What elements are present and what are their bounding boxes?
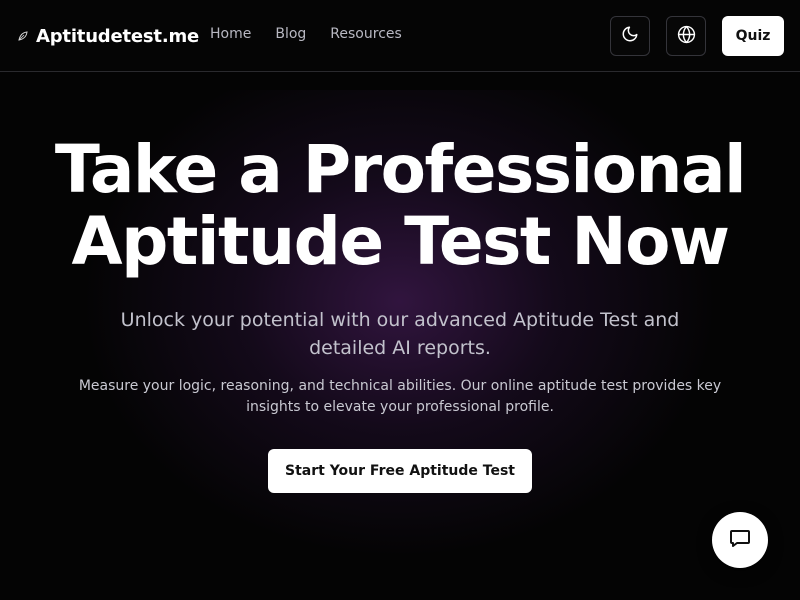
main-nav: Home Blog Resources [210,26,402,42]
brand[interactable]: Aptitudetest.me [18,22,199,50]
moon-icon [621,25,639,47]
hero-title-line-1: Take a Professional [54,131,747,208]
nav-item-blog[interactable]: Blog [275,26,306,42]
page: Aptitudetest.me Home Blog Resources Quiz… [0,0,800,600]
theme-toggle-button[interactable] [610,16,650,56]
site-header: Aptitudetest.me Home Blog Resources Quiz [0,0,800,72]
brand-name: Aptitudetest.me [36,25,200,47]
chat-button[interactable] [712,512,768,568]
globe-icon [677,25,696,48]
leaf-icon [18,31,28,41]
language-button[interactable] [666,16,706,56]
start-test-button[interactable]: Start Your Free Aptitude Test [268,449,532,493]
hero-title: Take a Professional Aptitude Test Now [0,134,800,278]
nav-item-home[interactable]: Home [210,26,251,42]
quiz-button[interactable]: Quiz [722,16,784,56]
hero-title-line-2: Aptitude Test Now [71,203,730,280]
chat-bubble-icon [728,526,752,554]
hero-description: Measure your logic, reasoning, and techn… [78,378,722,415]
nav-item-resources[interactable]: Resources [330,26,402,42]
hero-subtitle: Unlock your potential with our advanced … [120,309,680,359]
